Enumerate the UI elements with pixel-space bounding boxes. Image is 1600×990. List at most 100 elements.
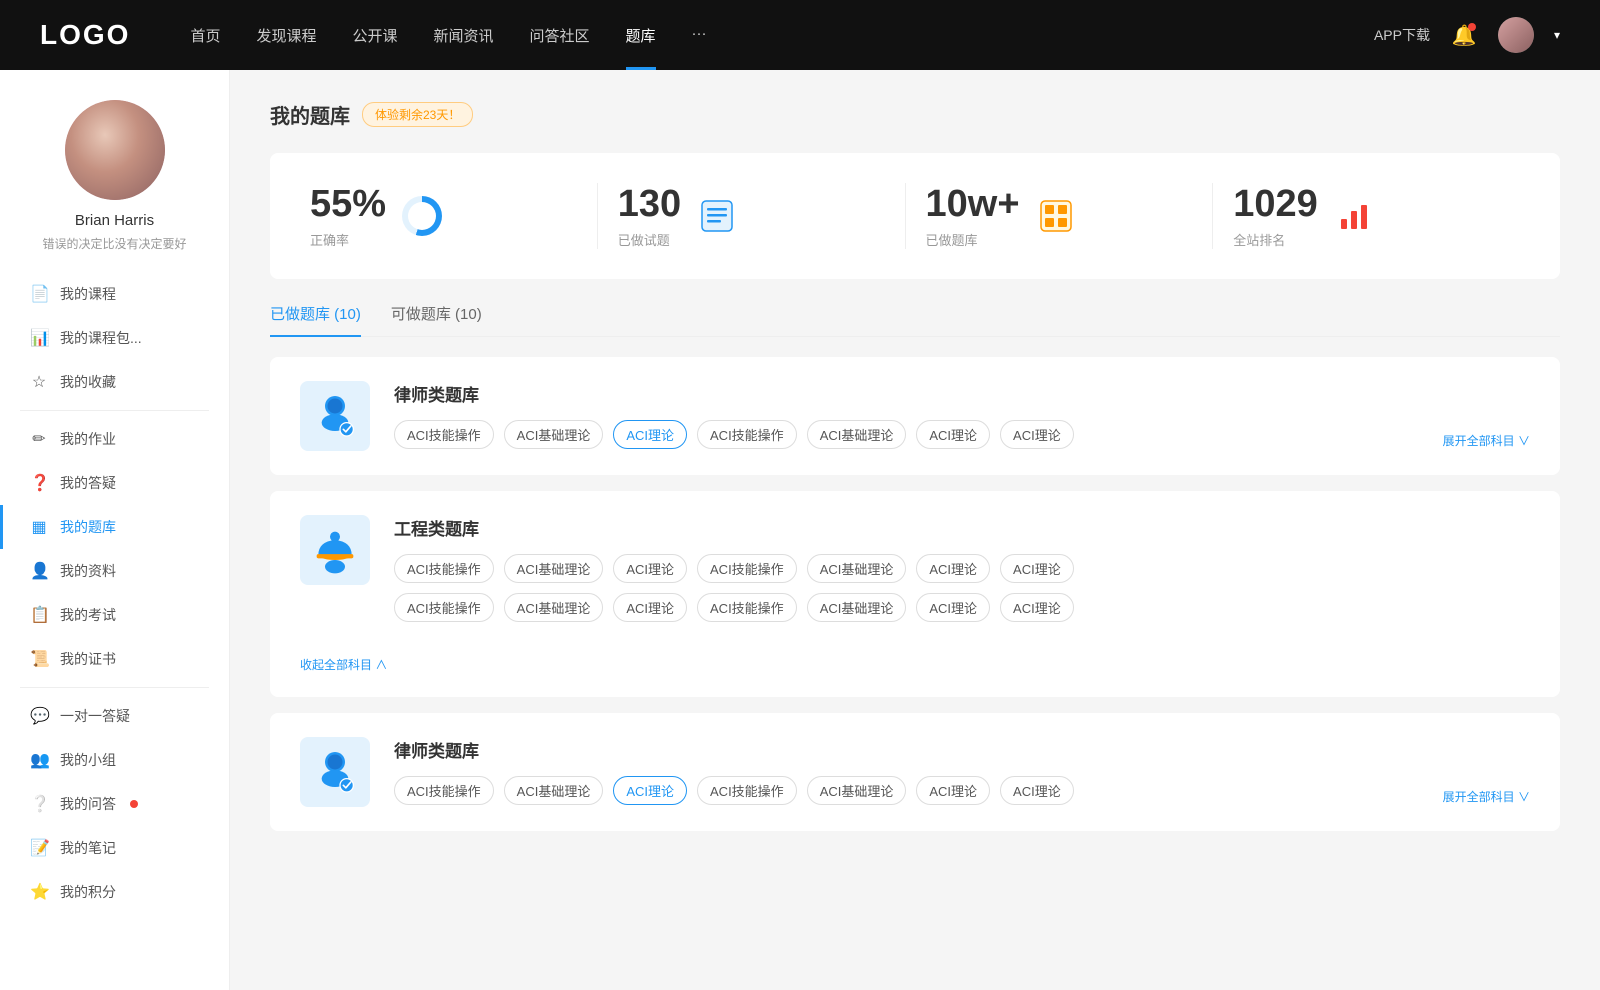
sidebar-item-qa-answer[interactable]: ❓ 我的答疑	[0, 461, 229, 505]
bank-tag-1-3[interactable]: ACI技能操作	[697, 554, 797, 583]
bank-tag-2-0[interactable]: ACI技能操作	[394, 776, 494, 805]
bank-tag-0-0[interactable]: ACI技能操作	[394, 420, 494, 449]
sidebar-item-homework[interactable]: ✏ 我的作业	[0, 417, 229, 461]
avatar-inner	[65, 100, 165, 200]
engineer-svg	[310, 525, 360, 575]
page-header: 我的题库 体验剩余23天！	[270, 100, 1560, 129]
rank-label: 全站排名	[1233, 230, 1318, 249]
profile-avatar	[65, 100, 165, 200]
stat-done-questions: 130 已做试题	[598, 183, 906, 249]
notification-bell[interactable]: 🔔	[1450, 21, 1478, 49]
sidebar-item-points[interactable]: ⭐ 我的积分	[0, 870, 229, 914]
list-icon	[697, 196, 737, 236]
lawyer-icon-wrapper-1	[300, 381, 370, 451]
nav-item-news[interactable]: 新闻资讯	[434, 25, 494, 46]
page-title: 我的题库	[270, 100, 350, 129]
bank-tag-1-s2[interactable]: ACI理论	[613, 593, 687, 622]
bank-tag-1-s3[interactable]: ACI技能操作	[697, 593, 797, 622]
navbar-avatar[interactable]	[1498, 17, 1534, 53]
bank-tag-1-5[interactable]: ACI理论	[916, 554, 990, 583]
bank-tag-0-3[interactable]: ACI技能操作	[697, 420, 797, 449]
bank-tag-2-6[interactable]: ACI理论	[1000, 776, 1074, 805]
bank-tag-0-1[interactable]: ACI基础理论	[504, 420, 604, 449]
done-questions-label: 已做试题	[618, 230, 681, 249]
app-download-link[interactable]: APP下载	[1374, 25, 1430, 45]
cert-icon: 📜	[30, 649, 48, 669]
bank-tag-1-1[interactable]: ACI基础理论	[504, 554, 604, 583]
sidebar-item-cert[interactable]: 📜 我的证书	[0, 637, 229, 681]
navbar-menu: 首页 发现课程 公开课 新闻资讯 问答社区 题库 ···	[190, 25, 1374, 46]
done-banks-text: 10w+ 已做题库	[926, 183, 1020, 249]
nav-item-discover[interactable]: 发现课程	[256, 25, 316, 46]
profile-motto: 错误的决定比没有决定要好	[42, 235, 186, 252]
sidebar-menu: 📄 我的课程 📊 我的课程包... ☆ 我的收藏 ✏ 我的作业 ❓ 我的答疑 ▦	[0, 272, 229, 914]
bank-tag-1-0[interactable]: ACI技能操作	[394, 554, 494, 583]
bar-chart-icon	[1334, 196, 1374, 236]
bank-name-lawyer-1: 律师类题库	[394, 381, 1530, 406]
bank-info-lawyer-2: 律师类题库 ACI技能操作 ACI基础理论 ACI理论 ACI技能操作 ACI基…	[394, 737, 1530, 805]
tab-done-banks[interactable]: 已做题库 (10)	[270, 303, 361, 336]
bank-tag-0-6[interactable]: ACI理论	[1000, 420, 1074, 449]
sidebar-divider-1	[20, 410, 209, 411]
done-banks-number: 10w+	[926, 183, 1020, 226]
bank-tag-2-5[interactable]: ACI理论	[916, 776, 990, 805]
bank-tag-1-s5[interactable]: ACI理论	[916, 593, 990, 622]
profile-icon: 👤	[30, 561, 48, 581]
bank-tag-1-2[interactable]: ACI理论	[613, 554, 687, 583]
bank-tags-second-row: ACI技能操作 ACI基础理论 ACI理论 ACI技能操作 ACI基础理论 AC…	[394, 593, 1074, 622]
tab-available-banks[interactable]: 可做题库 (10)	[391, 303, 482, 336]
expand-link-1[interactable]: 展开全部科目 ∨	[1443, 432, 1530, 449]
bank-tag-2-3[interactable]: ACI技能操作	[697, 776, 797, 805]
collapse-link[interactable]: 收起全部科目 ∧	[300, 656, 387, 673]
bank-tag-1-s1[interactable]: ACI基础理论	[504, 593, 604, 622]
avatar-image	[1498, 17, 1534, 53]
bank-tag-0-2[interactable]: ACI理论	[613, 420, 687, 449]
navbar-logo[interactable]: LOGO	[40, 19, 130, 51]
bank-tag-2-1[interactable]: ACI基础理论	[504, 776, 604, 805]
sidebar-item-exam[interactable]: 📋 我的考试	[0, 593, 229, 637]
sidebar-item-course-package[interactable]: 📊 我的课程包...	[0, 316, 229, 360]
lawyer-svg-1	[310, 391, 360, 441]
bank-tag-2-4[interactable]: ACI基础理论	[807, 776, 907, 805]
navbar-dropdown-caret[interactable]: ▾	[1554, 28, 1560, 42]
bank-tag-1-s4[interactable]: ACI基础理论	[807, 593, 907, 622]
nav-item-bank[interactable]: 题库	[626, 25, 656, 46]
navbar: LOGO 首页 发现课程 公开课 新闻资讯 问答社区 题库 ··· APP下载 …	[0, 0, 1600, 70]
bank-card-lawyer-2: 律师类题库 ACI技能操作 ACI基础理论 ACI理论 ACI技能操作 ACI基…	[270, 713, 1560, 831]
qa-icon: ❓	[30, 473, 48, 493]
expand-link-3[interactable]: 展开全部科目 ∨	[1443, 788, 1530, 805]
courses-icon: 📄	[30, 284, 48, 304]
sidebar-item-notes[interactable]: 📝 我的笔记	[0, 826, 229, 870]
bank-tag-1-s6[interactable]: ACI理论	[1000, 593, 1074, 622]
accuracy-label: 正确率	[310, 230, 386, 249]
nav-item-more[interactable]: ···	[692, 25, 707, 46]
accuracy-pie-chart	[402, 196, 442, 236]
bank-tag-1-4[interactable]: ACI基础理论	[807, 554, 907, 583]
page-wrapper: Brian Harris 错误的决定比没有决定要好 📄 我的课程 📊 我的课程包…	[0, 70, 1600, 990]
notification-dot	[1468, 23, 1476, 31]
bank-card-engineer: 工程类题库 ACI技能操作 ACI基础理论 ACI理论 ACI技能操作 ACI基…	[270, 491, 1560, 697]
accuracy-number: 55%	[310, 183, 386, 226]
group-icon: 👥	[30, 750, 48, 770]
lawyer-icon-wrapper-2	[300, 737, 370, 807]
bank-tag-0-4[interactable]: ACI基础理论	[807, 420, 907, 449]
bank-tag-1-s0[interactable]: ACI技能操作	[394, 593, 494, 622]
sidebar-item-profile[interactable]: 👤 我的资料	[0, 549, 229, 593]
sidebar-item-one-on-one[interactable]: 💬 一对一答疑	[0, 694, 229, 738]
nav-item-open[interactable]: 公开课	[352, 25, 397, 46]
stat-accuracy: 55% 正确率	[310, 183, 598, 249]
sidebar-item-favorites[interactable]: ☆ 我的收藏	[0, 360, 229, 404]
navbar-right: APP下载 🔔 ▾	[1374, 17, 1560, 53]
bank-tag-2-2[interactable]: ACI理论	[613, 776, 687, 805]
nav-item-qa[interactable]: 问答社区	[530, 25, 590, 46]
bank-info-engineer: 工程类题库 ACI技能操作 ACI基础理论 ACI理论 ACI技能操作 ACI基…	[394, 515, 1074, 622]
bank-tag-1-6[interactable]: ACI理论	[1000, 554, 1074, 583]
sidebar-item-my-courses[interactable]: 📄 我的课程	[0, 272, 229, 316]
sidebar-item-group[interactable]: 👥 我的小组	[0, 738, 229, 782]
sidebar-item-my-bank[interactable]: ▦ 我的题库	[0, 505, 229, 549]
bank-card-lawyer-1: 律师类题库 ACI技能操作 ACI基础理论 ACI理论 ACI技能操作 ACI基…	[270, 357, 1560, 475]
nav-item-home[interactable]: 首页	[190, 25, 220, 46]
bank-tag-0-5[interactable]: ACI理论	[916, 420, 990, 449]
trial-badge: 体验剩余23天！	[362, 102, 473, 127]
sidebar-item-my-questions[interactable]: ❔ 我的问答	[0, 782, 229, 826]
